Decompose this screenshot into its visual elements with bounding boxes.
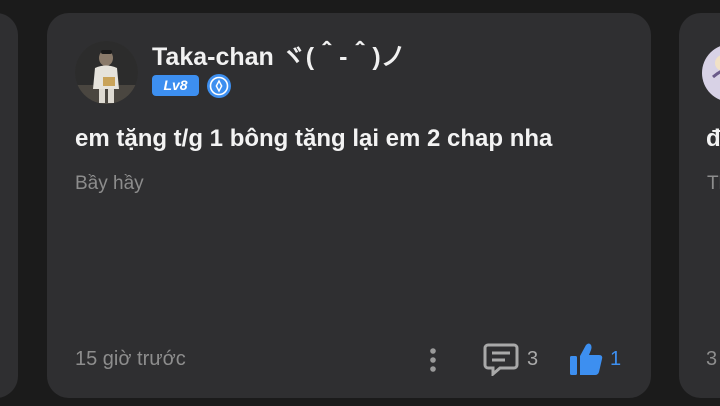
next-post-source: Tl xyxy=(707,173,720,194)
more-vertical-icon xyxy=(430,348,436,372)
rank-badge-icon xyxy=(206,73,232,99)
more-options-button[interactable] xyxy=(423,346,443,374)
avatar-image xyxy=(75,41,138,104)
comment-icon xyxy=(483,343,519,376)
post-content: em tặng t/g 1 bông tặng lại em 2 chap nh… xyxy=(75,125,553,152)
post-timestamp: 15 giờ trước xyxy=(75,348,186,370)
like-count: 1 xyxy=(610,347,622,370)
comment-count: 3 xyxy=(527,347,539,370)
previous-post-card[interactable] xyxy=(0,13,18,398)
next-post-count: 3 xyxy=(706,348,718,370)
level-badge: Lv8 xyxy=(152,75,199,96)
post-card[interactable]: Taka-chan ヾ(＾-＾)ノ Lv8 em tặng t/g 1 bông… xyxy=(47,13,651,398)
user-avatar[interactable] xyxy=(75,41,138,104)
comment-button[interactable]: 3 xyxy=(483,341,538,377)
next-post-card[interactable]: đ Tl 3 xyxy=(679,13,720,398)
feed-carousel: Taka-chan ヾ(＾-＾)ノ Lv8 em tặng t/g 1 bông… xyxy=(0,0,720,406)
next-post-content: đ xyxy=(706,125,720,152)
username[interactable]: Taka-chan ヾ(＾-＾)ノ xyxy=(152,37,406,73)
like-button[interactable]: 1 xyxy=(568,339,621,379)
thumbs-up-icon xyxy=(570,343,603,375)
post-source[interactable]: Bầy hầy xyxy=(75,173,144,195)
next-post-avatar xyxy=(701,43,720,103)
